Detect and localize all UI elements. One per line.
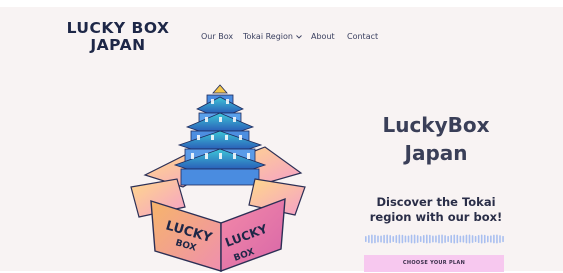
hero-subtitle-line-1: Discover the Tokai: [376, 195, 496, 209]
logo-line-1: LUCKY BOX: [66, 19, 170, 37]
nav-item-contact[interactable]: Contact: [347, 32, 378, 41]
chevron-down-icon: [296, 34, 302, 39]
nav-item-tokai-region[interactable]: Tokai Region: [243, 32, 302, 41]
wave-divider: [365, 234, 504, 244]
hero-title-line-1: LuckyBox: [382, 113, 490, 137]
castle-box-illustration: LUCKY BOX LUCKY BOX: [130, 84, 306, 273]
nav-item-tokai-region-label: Tokai Region: [243, 32, 293, 41]
logo-line-2: JAPAN: [90, 36, 146, 54]
page-background: LUCKY BOX JAPAN Our Box Tokai Region Abo…: [0, 7, 563, 273]
site-logo[interactable]: LUCKY BOX JAPAN: [66, 20, 170, 54]
nav-item-about[interactable]: About: [311, 32, 335, 41]
hero-title-line-2: Japan: [404, 141, 468, 165]
hero-title: LuckyBox Japan: [356, 111, 516, 167]
hero-subtitle-line-2: region with our box!: [369, 210, 503, 224]
nav-item-our-box[interactable]: Our Box: [201, 32, 233, 41]
choose-plan-button[interactable]: CHOOSE YOUR PLAN: [364, 255, 504, 272]
hero-subtitle: Discover the Tokai region with our box!: [356, 195, 516, 225]
